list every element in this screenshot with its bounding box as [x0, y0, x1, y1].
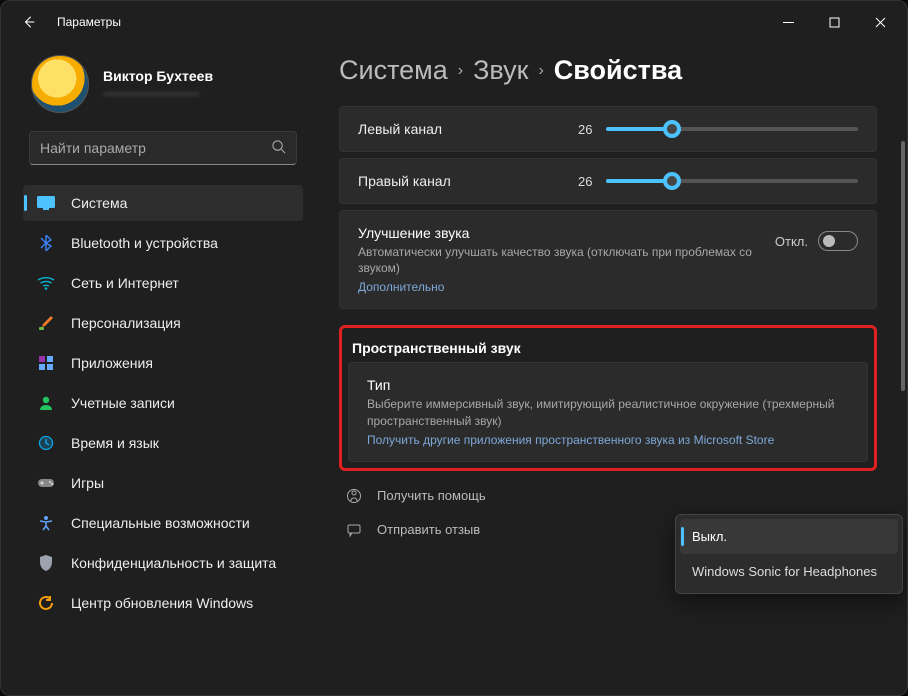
accounts-icon — [37, 394, 55, 412]
enhancement-toggle[interactable] — [818, 231, 858, 251]
sidebar: Виктор Бухтеев ———————— Система Bluetooth… — [1, 43, 311, 695]
search-icon — [271, 139, 286, 157]
breadcrumb-system[interactable]: Система — [339, 55, 448, 86]
minimize-button[interactable] — [765, 6, 811, 38]
sidebar-item-label: Bluetooth и устройства — [71, 235, 218, 251]
spatial-type-card[interactable]: Тип Выберите иммерсивный звук, имитирующ… — [348, 362, 868, 461]
enhancement-more-link[interactable]: Дополнительно — [358, 280, 444, 294]
sidebar-item-system[interactable]: Система — [23, 185, 303, 221]
sidebar-item-accounts[interactable]: Учетные записи — [23, 385, 303, 421]
breadcrumb: Система › Звук › Свойства — [339, 55, 899, 86]
sidebar-item-update[interactable]: Центр обновления Windows — [23, 585, 303, 621]
sidebar-item-label: Система — [71, 195, 127, 211]
sidebar-item-bluetooth[interactable]: Bluetooth и устройства — [23, 225, 303, 261]
chevron-right-icon: › — [458, 62, 463, 80]
get-help-label: Получить помощь — [377, 488, 486, 503]
update-icon — [37, 594, 55, 612]
avatar — [31, 55, 89, 113]
feedback-label: Отправить отзыв — [377, 522, 480, 537]
back-button[interactable] — [15, 8, 43, 36]
sidebar-item-label: Конфиденциальность и защита — [71, 555, 276, 571]
accessibility-icon — [37, 514, 55, 532]
spatial-section-title: Пространственный звук — [352, 340, 866, 356]
left-channel-card: Левый канал 26 — [339, 106, 877, 152]
left-channel-label: Левый канал — [358, 121, 578, 137]
sidebar-item-network[interactable]: Сеть и Интернет — [23, 265, 303, 301]
gaming-icon — [37, 474, 55, 492]
time-icon — [37, 434, 55, 452]
dropdown-option-sonic[interactable]: Windows Sonic for Headphones — [680, 554, 898, 589]
sidebar-item-label: Персонализация — [71, 315, 181, 331]
enhancement-subtitle: Автоматически улучшать качество звука (о… — [358, 244, 759, 276]
privacy-icon — [37, 554, 55, 572]
sidebar-item-label: Центр обновления Windows — [71, 595, 253, 611]
spatial-store-link[interactable]: Получить другие приложения пространствен… — [367, 433, 774, 447]
right-channel-label: Правый канал — [358, 173, 578, 189]
scrollbar[interactable] — [901, 81, 905, 687]
network-icon — [37, 274, 55, 292]
search-box[interactable] — [29, 131, 297, 165]
sidebar-item-privacy[interactable]: Конфиденциальность и защита — [23, 545, 303, 581]
breadcrumb-sound[interactable]: Звук — [473, 55, 528, 86]
sidebar-item-accessibility[interactable]: Специальные возможности — [23, 505, 303, 541]
main-content: Система › Звук › Свойства Левый канал 26… — [311, 43, 907, 695]
sidebar-item-label: Учетные записи — [71, 395, 175, 411]
sidebar-item-time[interactable]: Время и язык — [23, 425, 303, 461]
right-channel-value: 26 — [578, 174, 592, 189]
feedback-icon — [345, 521, 363, 539]
enhancement-toggle-state: Откл. — [775, 234, 808, 249]
sidebar-item-apps[interactable]: Приложения — [23, 345, 303, 381]
search-input[interactable] — [40, 140, 271, 156]
left-channel-slider[interactable] — [606, 127, 858, 131]
dropdown-option-off[interactable]: Выкл. — [680, 519, 898, 554]
sidebar-item-gaming[interactable]: Игры — [23, 465, 303, 501]
spatial-type-desc: Выберите иммерсивный звук, имитирующий р… — [367, 396, 849, 428]
spatial-sound-highlight: Пространственный звук Тип Выберите иммер… — [339, 325, 877, 470]
right-channel-card: Правый канал 26 — [339, 158, 877, 204]
profile[interactable]: Виктор Бухтеев ———————— — [31, 55, 303, 113]
chevron-right-icon: › — [538, 62, 543, 80]
sidebar-item-label: Игры — [71, 475, 104, 491]
apps-icon — [37, 354, 55, 372]
help-icon — [345, 487, 363, 505]
sidebar-item-label: Специальные возможности — [71, 515, 250, 531]
profile-email: ———————— — [103, 86, 213, 100]
sidebar-item-label: Сеть и Интернет — [71, 275, 179, 291]
audio-enhancement-card: Улучшение звука Автоматически улучшать к… — [339, 210, 877, 309]
sidebar-item-label: Время и язык — [71, 435, 159, 451]
system-icon — [37, 194, 55, 212]
get-help-row[interactable]: Получить помощь — [339, 477, 877, 515]
sidebar-item-label: Приложения — [71, 355, 153, 371]
breadcrumb-properties: Свойства — [554, 55, 682, 86]
brush-icon — [37, 314, 55, 332]
enhancement-title: Улучшение звука — [358, 225, 759, 241]
bluetooth-icon — [37, 234, 55, 252]
spatial-type-title: Тип — [367, 377, 849, 393]
app-title: Параметры — [57, 15, 121, 29]
right-channel-slider[interactable] — [606, 179, 858, 183]
left-channel-value: 26 — [578, 122, 592, 137]
sidebar-item-brush[interactable]: Персонализация — [23, 305, 303, 341]
maximize-button[interactable] — [811, 6, 857, 38]
profile-name: Виктор Бухтеев — [103, 68, 213, 84]
spatial-type-dropdown: Выкл. Windows Sonic for Headphones — [675, 514, 903, 594]
close-button[interactable] — [857, 6, 903, 38]
